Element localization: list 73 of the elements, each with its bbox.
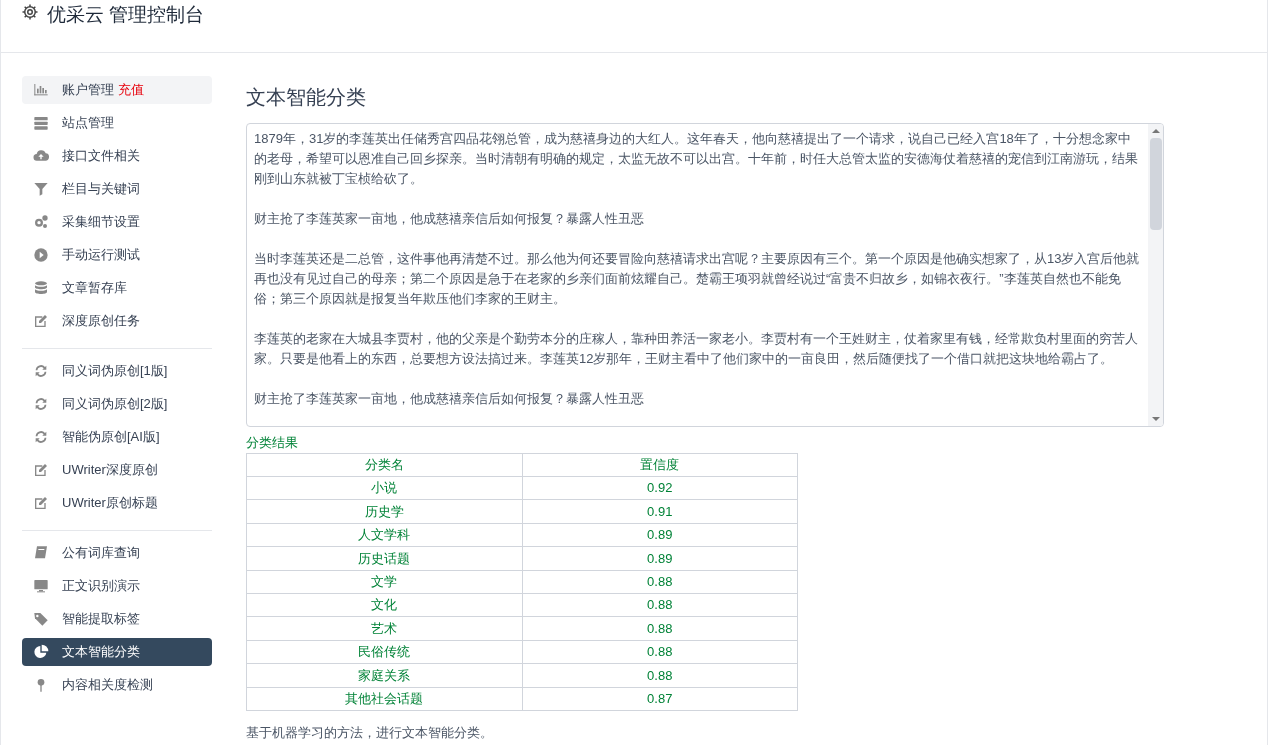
sidebar-item[interactable]: 智能伪原创[AI版] [22, 423, 212, 451]
bar-chart-icon [33, 82, 49, 98]
text-paragraph: 财主抢了李莲英家一亩地，他成慈禧亲信后如何报复？暴露人性丑恶 [254, 210, 645, 228]
sidebar-item[interactable]: UWriter原创标题 [22, 489, 212, 517]
app-title: 优采云 管理控制台 [47, 3, 205, 27]
result-heading: 分类结果 [246, 434, 298, 452]
refresh-icon [33, 363, 49, 379]
table-cell: 0.88 [522, 640, 798, 664]
scroll-thumb[interactable] [1149, 138, 1162, 230]
filter-icon [33, 181, 49, 197]
recharge-link[interactable]: 充值 [118, 80, 144, 100]
cloud-upload-icon [33, 148, 49, 164]
sidebar-item[interactable]: 采集细节设置 [22, 208, 212, 236]
table-cell: 其他社会话题 [246, 687, 522, 711]
text-paragraph: 李莲英的老家在大城县李贾村，他的父亲是个勤劳本分的庄稼人，靠种田养活一家老小。李贾村有一个王姓财主，仗着家里有钱，经常欺负村里面的穷苦人家。只要是他看上的东西，总要想方设法搞过来。李莲英12岁那年，王财主看中了他们家中的一亩良田，然后随便找了一个借口就把这块地给霸占了。 [254, 330, 1139, 368]
table-cell: 0.91 [522, 499, 798, 524]
text-paragraph: 当时李莲英还是二总管，这件事他再清楚不过。那么他为何还要冒险向慈禧请求出宫呢？主要原因有三个。第一个原因是他确实想家了，从13岁入宫后他就再也没有见过自己的母亲；第二个原因是急于在老家的乡亲们面前炫耀自己。楚霸王项羽就曾经说过“富贵不归故乡，如锦衣夜行。”李莲英自然也不能免俗；第三个原因就是报复当年欺压他们李家的王财主。 [254, 250, 1141, 308]
table-cell: 历史学 [246, 499, 522, 524]
sidebar-item[interactable]: 账户管理 充值 [22, 76, 212, 104]
column-header: 分类名 [246, 453, 522, 477]
table-cell: 文化 [246, 593, 522, 617]
table-cell: 家庭关系 [246, 663, 522, 687]
settings-icon [21, 3, 39, 21]
sidebar-item[interactable]: 正文识别演示 [22, 572, 212, 600]
gears-icon [33, 214, 49, 230]
table-cell: 0.87 [522, 687, 798, 711]
table-cell: 0.88 [522, 663, 798, 687]
sidebar-item[interactable]: 内容相关度检测 [22, 671, 212, 699]
tag-icon [33, 611, 49, 627]
monitor-icon [33, 578, 49, 594]
text-area[interactable] [246, 123, 1164, 427]
sidebar-item[interactable]: 手动运行测试 [22, 241, 212, 269]
table-cell: 艺术 [246, 616, 522, 641]
sidebar-item[interactable]: 接口文件相关 [22, 142, 212, 170]
sidebar-item[interactable]: 同义词伪原创[1版] [22, 357, 212, 385]
sidebar-item[interactable]: 同义词伪原创[2版] [22, 390, 212, 418]
sidebar-item[interactable]: 栏目与关键词 [22, 175, 212, 203]
text-paragraph: 1879年，31岁的李莲英出任储秀宫四品花翎总管，成为慈禧身边的大红人。这年春天，他向慈禧提出了一个请求，说自己已经入宫18年了，十分想念家中的老母，希望可以恩准自己回乡探亲。当时清朝有明确的规定，太监无故不可以出宫。十年前，时任大总管太监的安德海仗着慈禧的宠信到江南游玩，结果刚到山东就被丁宝桢给砍了。 [254, 130, 1139, 188]
sidebar-item[interactable]: 公有词库查询 [22, 539, 212, 567]
table-cell: 历史话题 [246, 546, 522, 571]
table-cell: 0.88 [522, 570, 798, 594]
table-cell: 0.92 [522, 476, 798, 500]
database-icon [33, 280, 49, 296]
refresh-icon [33, 429, 49, 445]
description-text: 基于机器学习的方法，进行文本智能分类。 [246, 723, 493, 742]
sidebar-item[interactable]: 深度原创任务 [22, 307, 212, 335]
sidebar-item[interactable]: 站点管理 [22, 109, 212, 137]
table-cell: 民俗传统 [246, 640, 522, 664]
server-icon [33, 115, 49, 131]
scroll-down-icon[interactable] [1151, 415, 1160, 423]
refresh-icon [33, 396, 49, 412]
sidebar-item[interactable]: 文章暂存库 [22, 274, 212, 302]
table-cell: 0.88 [522, 616, 798, 641]
sidebar-item[interactable]: 智能提取标签 [22, 605, 212, 633]
play-circle-icon [33, 247, 49, 263]
scrollbar[interactable] [1148, 124, 1163, 426]
pie-chart-icon [33, 644, 49, 660]
column-header: 置信度 [522, 453, 798, 477]
scroll-up-icon[interactable] [1151, 127, 1160, 135]
table-cell: 人文学科 [246, 523, 522, 547]
book-icon [33, 545, 49, 561]
page-title: 文本智能分类 [246, 85, 367, 109]
table-cell: 文学 [246, 570, 522, 594]
edit-icon [33, 495, 49, 511]
table-cell: 0.88 [522, 593, 798, 617]
text-paragraph: 财主抢了李莲英家一亩地，他成慈禧亲信后如何报复？暴露人性丑恶 [254, 390, 645, 408]
table-cell: 小说 [246, 476, 522, 500]
sidebar-item[interactable]: 文本智能分类 [22, 638, 212, 666]
table-cell: 0.89 [522, 523, 798, 547]
table-cell: 0.89 [522, 546, 798, 571]
edit-icon [33, 313, 49, 329]
sidebar-item[interactable]: UWriter深度原创 [22, 456, 212, 484]
edit-icon [33, 462, 49, 478]
